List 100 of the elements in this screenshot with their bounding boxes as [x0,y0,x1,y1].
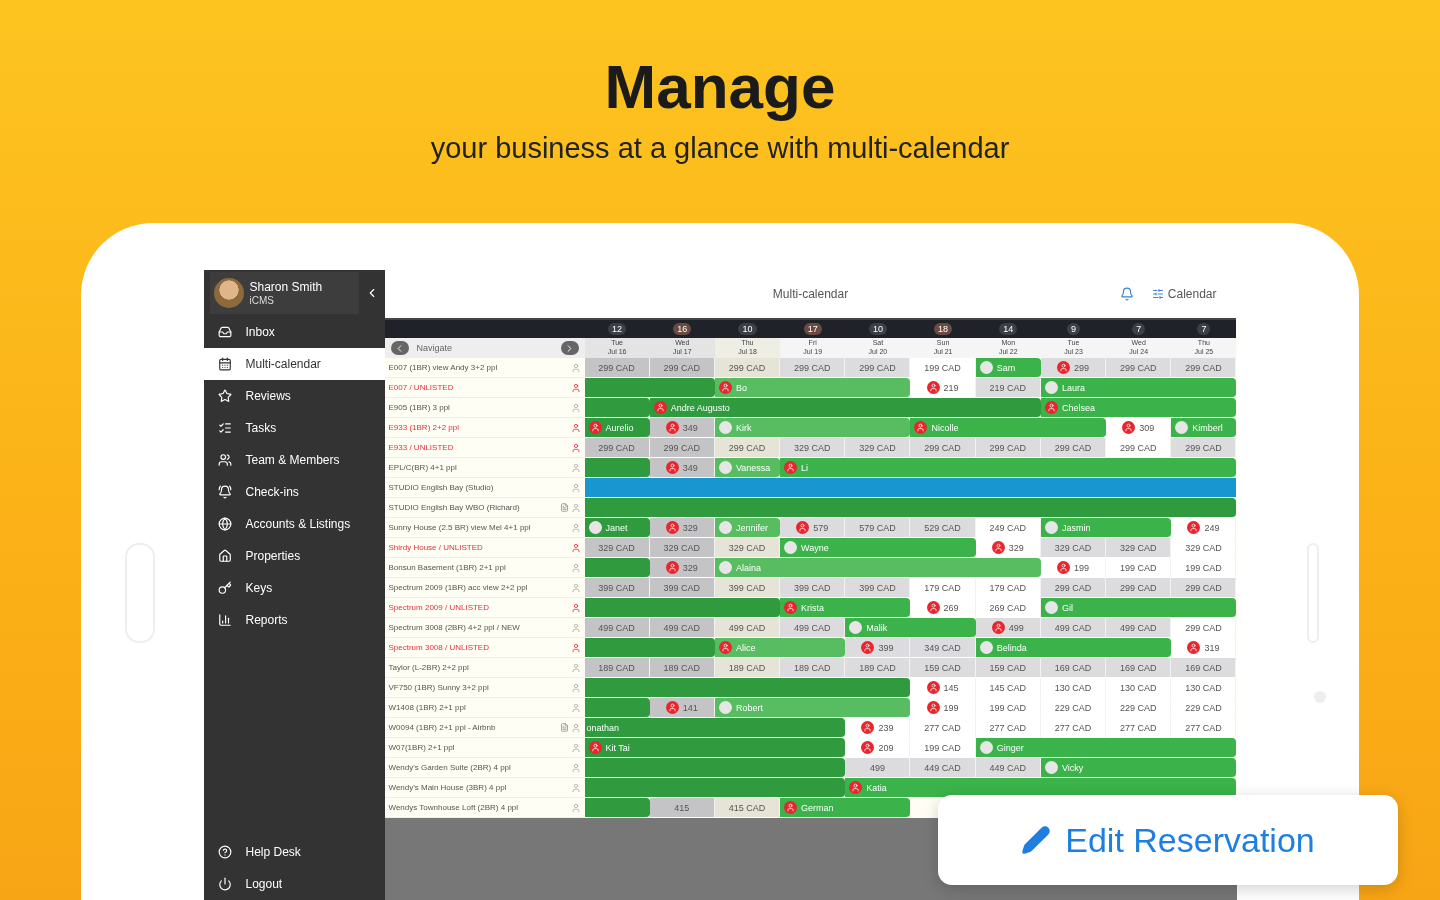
reservation-bar[interactable] [584,398,650,418]
price-cell[interactable]: 329 CAD [845,438,911,458]
price-cell[interactable]: 189 CAD [584,658,650,678]
listing-name[interactable]: Wendy's Main House (3BR) 4 ppl [388,783,569,792]
price-cell[interactable]: 277 CAD [975,718,1041,738]
price-cell[interactable]: 179 CAD [975,578,1041,598]
price-cell[interactable]: 239 [845,718,911,738]
price-cell[interactable]: 415 CAD [714,798,781,818]
price-cell[interactable]: 399 CAD [714,578,781,598]
listing-name[interactable]: E933 (1BR) 2+2 ppl [388,423,569,432]
price-cell[interactable]: 529 CAD [910,518,976,538]
price-cell[interactable]: 299 CAD [1106,578,1172,598]
price-cell[interactable]: 169 CAD [1040,658,1107,678]
listing-name[interactable]: STUDIO English Bay (Studio) [388,483,569,492]
sidebar-item[interactable]: Inbox [203,316,385,348]
price-cell[interactable]: 499 CAD [1040,618,1107,638]
price-cell[interactable]: 169 CAD [1171,658,1237,678]
price-cell[interactable]: 349 CAD [910,638,976,658]
price-cell[interactable]: 329 CAD [649,538,715,558]
listing-name[interactable]: EPL/C(BR) 4+1 ppl [388,463,569,472]
price-cell[interactable]: 499 CAD [649,618,715,638]
listing-name[interactable]: Sunny House (2.5 BR) view Mel 4+1 ppl [388,523,569,532]
price-cell[interactable]: 309 [1106,418,1172,438]
sidebar-item[interactable]: Logout [203,868,385,900]
previous-button[interactable] [390,341,409,355]
sliders-icon[interactable] [1151,288,1164,300]
listing-name[interactable]: E905 (1BR) 3 ppl [388,403,569,412]
price-cell[interactable]: 299 CAD [780,358,846,378]
price-cell[interactable]: 145 [910,678,976,698]
price-cell[interactable]: 199 CAD [1171,558,1237,578]
price-cell[interactable]: 277 CAD [910,718,976,738]
price-cell[interactable]: 449 CAD [910,758,976,778]
price-cell[interactable]: 399 CAD [649,578,715,598]
price-cell[interactable]: 329 CAD [1106,538,1172,558]
price-cell[interactable]: 329 CAD [1171,538,1237,558]
price-cell[interactable]: 399 CAD [584,578,650,598]
price-cell[interactable]: 189 CAD [649,658,715,678]
price-cell[interactable]: 399 CAD [845,578,911,598]
price-cell[interactable]: 130 CAD [1171,678,1237,698]
price-cell[interactable]: 141 [649,698,715,718]
calendar-link[interactable]: Calendar [1167,287,1217,301]
listing-name[interactable]: Spectrum 3008 (2BR) 4+2 ppl / NEW [388,623,569,632]
price-cell[interactable]: 209 [845,738,911,758]
price-cell[interactable]: 299 CAD [1171,578,1237,598]
edit-reservation-button[interactable]: Edit Reservation [938,795,1398,885]
price-cell[interactable]: 579 [780,518,846,538]
price-cell[interactable]: 277 CAD [1040,718,1107,738]
price-cell[interactable]: 249 [1171,518,1237,538]
listing-name[interactable]: Spectrum 2009 (1BR) acc view 2+2 ppl [388,583,569,592]
note-icon[interactable] [559,723,569,732]
price-cell[interactable]: 299 CAD [1171,438,1237,458]
reservation-bar[interactable] [584,778,846,798]
price-cell[interactable]: 269 CAD [975,598,1041,618]
listing-name[interactable]: Spectrum 3008 / UNLISTED [388,643,569,652]
price-cell[interactable]: 299 CAD [1106,358,1172,378]
price-cell[interactable]: 499 CAD [714,618,781,638]
reservation-bar[interactable] [584,498,1237,518]
price-cell[interactable]: 299 [1040,358,1107,378]
price-cell[interactable]: 299 CAD [649,438,715,458]
price-cell[interactable]: 299 CAD [1106,438,1172,458]
reservation-bar[interactable] [584,798,650,818]
price-cell[interactable]: 329 CAD [1040,538,1107,558]
price-cell[interactable]: 130 CAD [1106,678,1172,698]
price-cell[interactable]: 219 [910,378,976,398]
listing-name[interactable]: W1408 (1BR) 2+1 ppl [388,703,569,712]
notification-icon[interactable] [1119,287,1134,301]
price-cell[interactable]: 329 CAD [780,438,846,458]
price-cell[interactable]: 299 CAD [845,358,911,378]
price-cell[interactable]: 329 [649,518,715,538]
blocked-bar[interactable] [584,478,1237,498]
price-cell[interactable]: 169 CAD [1106,658,1172,678]
price-cell[interactable]: 199 CAD [910,738,976,758]
price-cell[interactable]: 329 [649,558,715,578]
sidebar-item[interactable]: Help Desk [203,836,385,868]
price-cell[interactable]: 299 CAD [1040,438,1107,458]
price-cell[interactable]: 299 CAD [649,358,715,378]
price-cell[interactable]: 249 CAD [975,518,1041,538]
price-cell[interactable]: 189 CAD [780,658,846,678]
reservation-bar[interactable] [584,458,650,478]
sidebar-item[interactable]: Team & Members [203,444,385,476]
sidebar-item[interactable]: Reviews [203,380,385,412]
price-cell[interactable]: 299 CAD [975,438,1041,458]
price-cell[interactable]: 329 CAD [714,538,781,558]
price-cell[interactable]: 145 CAD [975,678,1041,698]
price-cell[interactable]: 299 CAD [584,438,650,458]
price-cell[interactable]: 189 CAD [845,658,911,678]
profile-card[interactable]: Sharon Smith iCMS [209,272,359,314]
listing-name[interactable]: E007 / UNLISTED [388,383,569,392]
price-cell[interactable]: 349 [649,458,715,478]
price-cell[interactable]: 199 CAD [910,358,976,378]
price-cell[interactable]: 579 CAD [845,518,911,538]
listing-name[interactable]: E007 (1BR) view Andy 3+2 ppl [388,363,569,372]
listing-name[interactable]: Spectrum 2009 / UNLISTED [388,603,569,612]
price-cell[interactable]: 415 [649,798,715,818]
price-cell[interactable]: 499 CAD [584,618,650,638]
reservation-bar[interactable] [584,598,781,618]
price-cell[interactable]: 229 CAD [1040,698,1107,718]
price-cell[interactable]: 319 [1171,638,1237,658]
price-cell[interactable]: 299 CAD [910,438,976,458]
reservation-bar[interactable]: Aurelio [584,418,650,438]
